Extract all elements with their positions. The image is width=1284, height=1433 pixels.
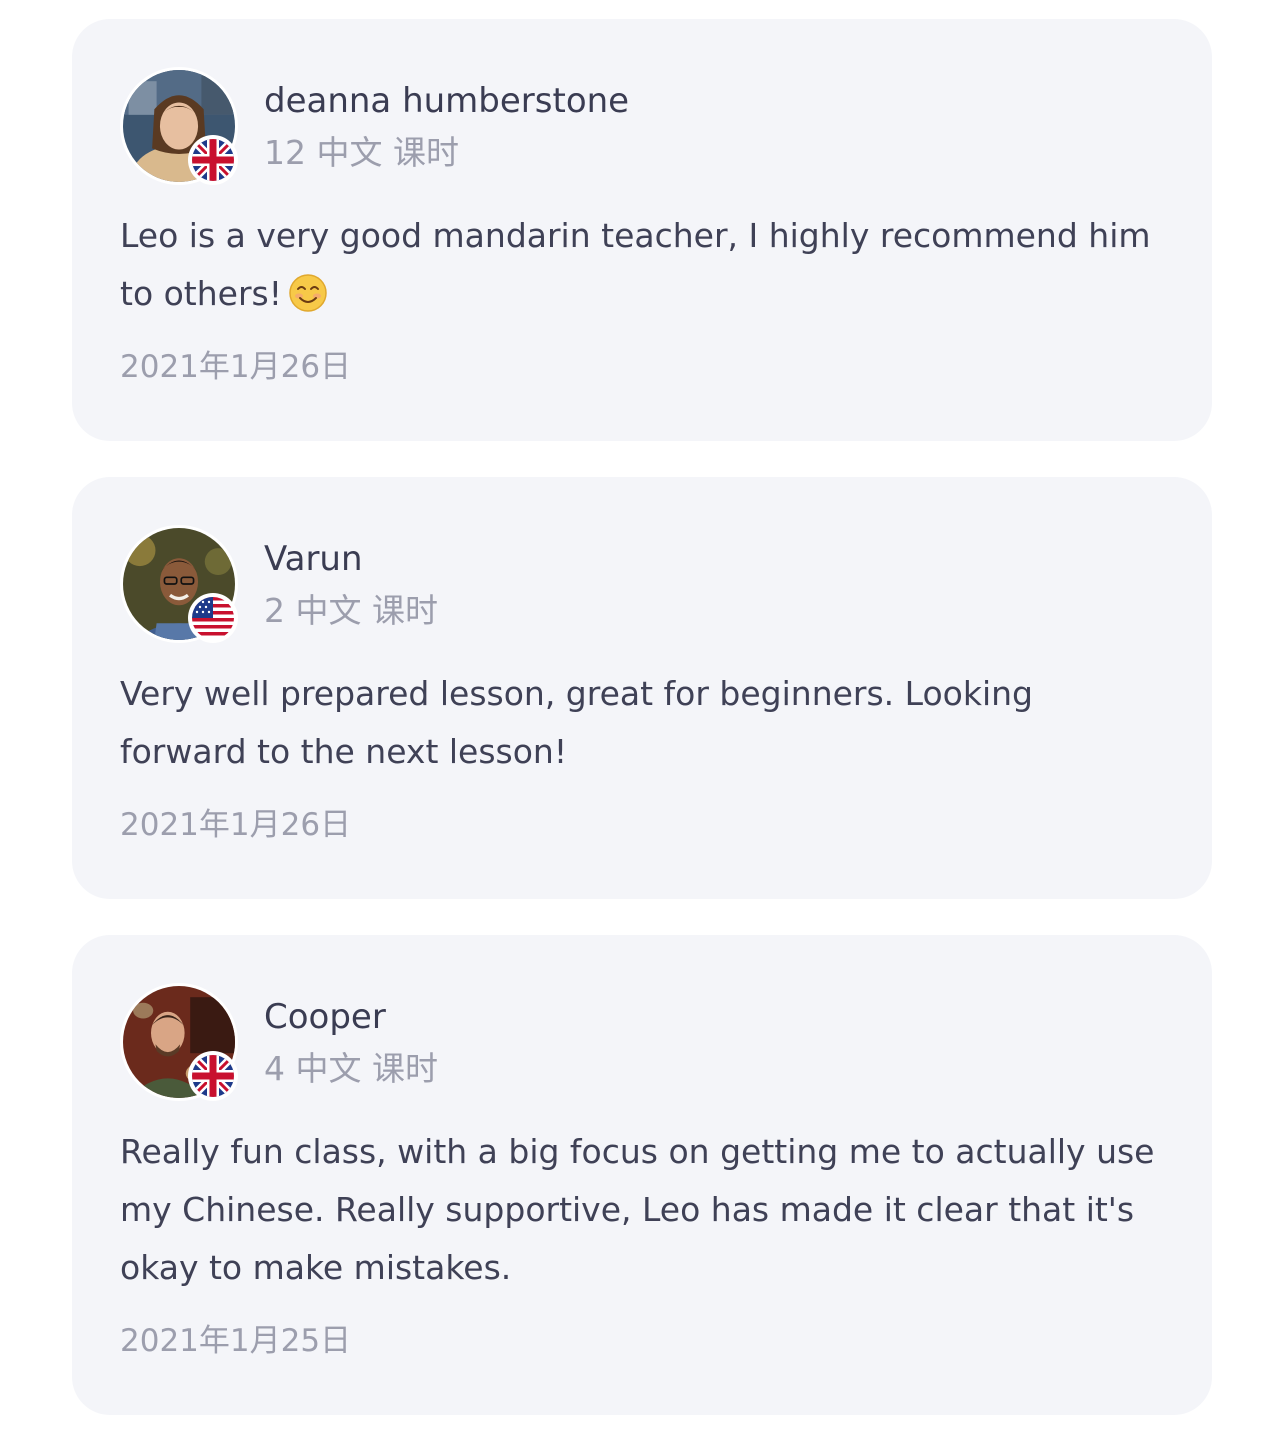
review-card: Cooper 4 中文 课时 Really fun class, with a … [72,935,1212,1415]
reviewer-avatar-container[interactable] [120,983,238,1101]
lesson-count: 12 中文 课时 [264,133,459,172]
country-flag [188,593,238,643]
review-date: 2021年1月26日 [120,807,352,843]
reviewer-avatar-container[interactable] [120,67,238,185]
review-card: deanna humberstone 12 中文 课时 Leo is a ver… [72,19,1212,441]
uk-flag-icon [192,139,234,181]
reviewer-name[interactable]: deanna humberstone [264,79,629,123]
review-date: 2021年1月26日 [120,349,352,385]
reviewer-name[interactable]: Cooper [264,995,386,1039]
smiling-face-emoji-icon [288,273,328,313]
review-date: 2021年1月25日 [120,1323,352,1359]
review-text-content: Leo is a very good mandarin teacher, I h… [120,216,1151,313]
us-flag-icon [192,597,234,639]
uk-flag-icon [192,1055,234,1097]
lesson-count: 2 中文 课时 [264,591,438,630]
lesson-count: 4 中文 课时 [264,1049,438,1088]
review-text: Very well prepared lesson, great for beg… [120,674,1033,771]
reviewer-avatar-container[interactable] [120,525,238,643]
review-text: Leo is a very good mandarin teacher, I h… [120,207,1160,323]
review-card: Varun 2 中文 课时 Very well prepared lesson,… [72,477,1212,899]
country-flag [188,1051,238,1101]
review-text: Really fun class, with a big focus on ge… [120,1132,1155,1287]
country-flag [188,135,238,185]
reviewer-name[interactable]: Varun [264,537,363,581]
